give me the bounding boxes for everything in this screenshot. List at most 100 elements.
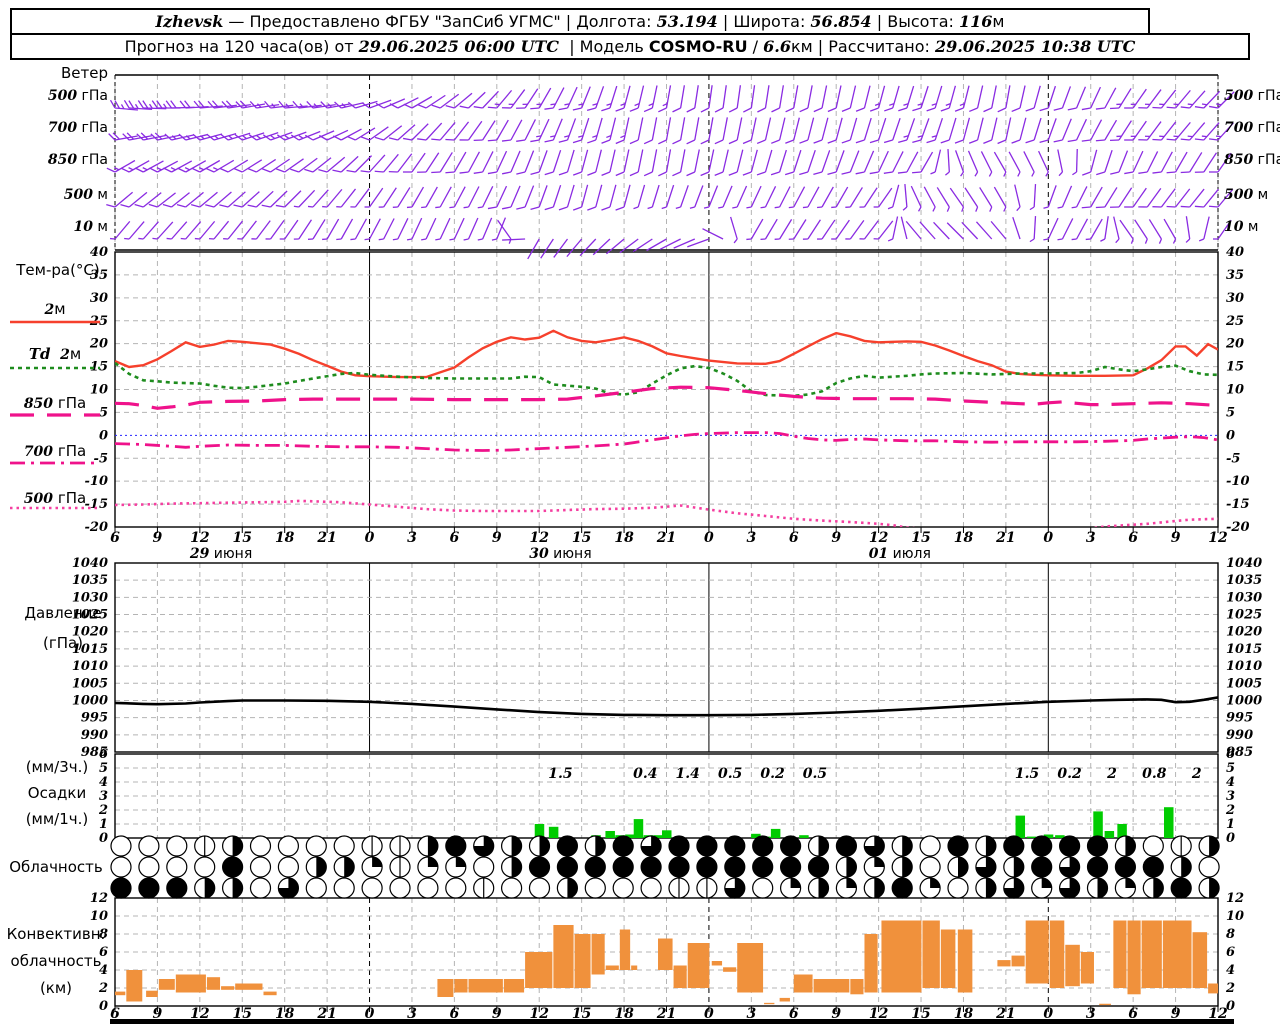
axis-tick-label: 15 — [572, 530, 591, 546]
cloud-cover-symbol — [556, 835, 579, 857]
axis-tick-label: 18 — [614, 530, 634, 546]
convective-cloud-layer — [881, 920, 922, 993]
axis-tick-label: 12 — [529, 530, 549, 546]
convective-cloud-layer — [673, 965, 687, 988]
cloud-cover-symbol — [835, 835, 858, 857]
wind-level-label: 500 гПа — [1224, 88, 1280, 104]
text-segment — [51, 345, 61, 363]
text-segment: 30 — [529, 546, 549, 562]
cloud-cover-symbol — [445, 877, 467, 899]
axis-tick-label: 995 — [1226, 711, 1253, 726]
convective-cloud-layer — [1049, 920, 1065, 988]
cloud-cover-symbol — [528, 877, 551, 899]
axis-tick-label: 1035 — [72, 573, 108, 588]
axis-tick-label: 0 — [704, 530, 714, 546]
cloud-cover-symbol — [501, 877, 523, 899]
cloud-cover-symbol — [277, 835, 299, 857]
cloud-cover-symbol — [138, 877, 160, 899]
wind-barb-row-500hPa — [109, 85, 1235, 113]
cloud-cover-symbol — [166, 877, 188, 899]
convective-cloud-layer — [687, 943, 710, 988]
precip-bar — [662, 830, 672, 838]
axis-tick-label: 15 — [233, 530, 252, 546]
cloud-cover-symbol — [166, 835, 188, 857]
convective-cloud-layer — [1127, 920, 1141, 995]
text-segment: гПа — [1257, 152, 1280, 168]
axis-tick-label: -10 — [1226, 474, 1250, 489]
cloud-cover-symbol — [919, 856, 941, 878]
wind-level-label: 10 м — [1224, 219, 1280, 235]
precip-3h-value: 0.4 — [633, 766, 657, 782]
convective-cloud-layer — [1141, 920, 1162, 988]
precip-bars — [534, 807, 1174, 838]
text-segment: гПа — [1257, 120, 1280, 136]
meteogram-page: Izhevsk — Предоставлено ФГБУ "ЗапСиб УГМ… — [0, 0, 1280, 1024]
cloud-cover-symbol — [752, 835, 774, 857]
cloud-cover-symbol — [138, 856, 160, 878]
axis-tick-label: 1035 — [1226, 573, 1262, 588]
axis-tick-label: 0 — [1226, 428, 1235, 443]
convective-cloud-layer — [737, 943, 764, 993]
cloud-cover-symbol — [947, 835, 969, 857]
axis-tick-label: -20 — [85, 520, 109, 535]
axis-tick-label: 995 — [81, 711, 108, 726]
text-segment: 500 — [47, 88, 78, 104]
axis-tick-label: 21 — [656, 530, 676, 546]
convective-cloud-layer — [437, 979, 454, 997]
cloud-cover-symbol — [249, 856, 272, 878]
cloud-cover-symbol — [138, 835, 160, 857]
cloud-cover-symbol — [1086, 835, 1109, 857]
convective-cloud-layer — [115, 991, 126, 996]
conv-panel-title-1: Конвективн. — [6, 925, 106, 943]
cloud-cover-symbol — [668, 835, 690, 857]
cloud-cover-symbol — [277, 856, 299, 878]
axis-tick-label: 4 — [1226, 963, 1235, 978]
axis-tick-label: 6 — [1128, 530, 1138, 546]
text-segment: 850 — [1224, 152, 1254, 168]
axis-tick-label: 6 — [450, 530, 460, 546]
cloud-cover-symbol — [110, 835, 132, 857]
convective-cloud-layer — [553, 925, 574, 988]
axis-tick-label: 0 — [1226, 831, 1235, 846]
wind-level-label: 700 гПа — [1224, 120, 1280, 136]
axis-tick-label: 1040 — [72, 556, 108, 571]
cloud-cover-symbol — [1142, 835, 1164, 857]
wind-level-label: 700 гПа — [40, 120, 108, 136]
wind-barb-row-500m — [106, 184, 1234, 212]
convective-cloud-layer — [723, 967, 737, 972]
precip-3h-value: 1.4 — [676, 766, 700, 782]
wind-level-label: 500 м — [40, 187, 108, 203]
cloud-cover-symbol — [807, 856, 830, 878]
text-segment: июня — [209, 546, 253, 562]
text-segment: 700 — [47, 120, 78, 136]
convective-cloud-layer — [997, 960, 1011, 967]
cloud-cover-symbol — [1170, 877, 1192, 899]
precip-bar — [633, 819, 644, 838]
precip-panel-title: Осадки — [27, 784, 87, 802]
convective-cloud-layer — [779, 997, 790, 1002]
text-segment: 700 — [1224, 120, 1254, 136]
cloud-cover-symbol — [1031, 856, 1053, 878]
axis-tick-label: 25 — [1225, 314, 1244, 329]
axis-tick-label: 15 — [1226, 360, 1244, 375]
convective-cloud-layer — [619, 929, 631, 970]
cloud-cover-symbol — [1086, 856, 1109, 878]
axis-tick-label: 5 — [1226, 761, 1235, 776]
cloud-cover-symbol — [891, 877, 913, 899]
cloud-cover-symbol — [947, 877, 969, 899]
convective-cloud-layer — [864, 934, 878, 993]
axis-tick-label: 6 — [789, 530, 799, 546]
text-segment: 500 — [1224, 88, 1254, 104]
axis-tick-label: 3 — [1226, 789, 1235, 804]
convective-cloud-layer — [591, 934, 605, 975]
cloud-cover-symbol — [696, 856, 718, 878]
axis-tick-label: 990 — [1226, 728, 1253, 743]
axis-tick-label: 9 — [1171, 530, 1181, 546]
axis-tick-label: 1010 — [72, 659, 108, 674]
text-segment: Td — [28, 345, 51, 363]
axis-tick-label: 6 — [1226, 945, 1235, 960]
axis-tick-label: 21 — [995, 530, 1015, 546]
cloud-cover-symbol — [1198, 856, 1220, 878]
wind-level-label: 850 гПа — [40, 152, 108, 168]
convective-cloud-layer — [1065, 944, 1080, 987]
